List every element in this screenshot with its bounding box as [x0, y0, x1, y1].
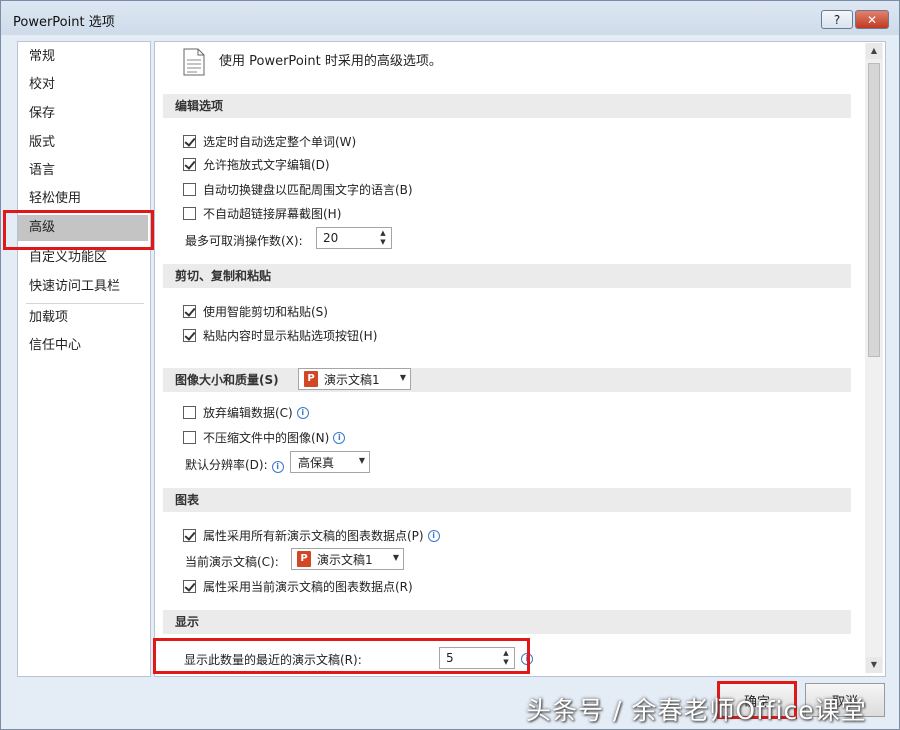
title-bar: PowerPoint 选项 ? ✕ — [1, 1, 899, 35]
option-props-all-new[interactable]: 属性采用所有新演示文稿的图表数据点(P) i — [183, 527, 440, 544]
image-doc-select-value: 演示文稿1 — [324, 372, 380, 387]
option-paste-options-button[interactable]: 粘贴内容时显示粘贴选项按钮(H) — [183, 327, 377, 344]
section-chart: 图表 — [163, 488, 851, 512]
document-options-icon — [183, 48, 205, 76]
undo-count-value: 20 — [323, 231, 339, 245]
checkbox-auto-select-word[interactable] — [183, 135, 196, 148]
sidebar-item-customize-ribbon[interactable]: 自定义功能区 — [18, 245, 148, 271]
close-button[interactable]: ✕ — [855, 10, 889, 29]
recent-presentations-spinner[interactable]: 5 ▲ ▼ — [439, 647, 515, 669]
checkbox-no-hyperlink-screenshot[interactable] — [183, 207, 196, 220]
option-no-compress-images[interactable]: 不压缩文件中的图像(N) i — [183, 429, 346, 446]
checkbox-drag-drop[interactable] — [183, 158, 196, 171]
checkbox-auto-keyboard[interactable] — [183, 183, 196, 196]
label-auto-select-word: 选定时自动选定整个单词(W) — [203, 135, 357, 149]
info-icon[interactable]: i — [333, 431, 346, 444]
resolution-select-value: 高保真 — [298, 455, 335, 470]
sidebar-item-trust-center[interactable]: 信任中心 — [18, 333, 148, 359]
sidebar-item-save[interactable]: 保存 — [18, 101, 148, 127]
label-no-hyperlink-screenshot: 不自动超链接屏幕截图(H) — [203, 207, 342, 221]
option-discard-edit-data[interactable]: 放弃编辑数据(C) i — [183, 404, 309, 421]
option-no-hyperlink-screenshot[interactable]: 不自动超链接屏幕截图(H) — [183, 205, 341, 222]
options-sidebar: 常规 校对 保存 版式 语言 轻松使用 高级 自定义功能区 快速访问工具栏 加载… — [17, 41, 151, 677]
sidebar-item-general[interactable]: 常规 — [18, 44, 148, 70]
scroll-up-icon[interactable]: ▲ — [866, 43, 882, 59]
sidebar-item-quick-access-toolbar[interactable]: 快速访问工具栏 — [18, 274, 148, 300]
current-presentation-select[interactable]: P 演示文稿1 ▼ — [291, 548, 404, 570]
section-display: 显示 — [163, 610, 851, 634]
checkbox-paste-options-button[interactable] — [183, 329, 196, 342]
info-icon[interactable]: i — [271, 461, 284, 473]
label-smart-cut: 使用智能剪切和粘贴(S) — [203, 305, 328, 319]
checkbox-smart-cut[interactable] — [183, 305, 196, 318]
label-props-all-new: 属性采用所有新演示文稿的图表数据点(P) — [203, 529, 424, 543]
recent-presentations-value: 5 — [446, 651, 454, 665]
powerpoint-options-dialog: PowerPoint 选项 ? ✕ 常规 校对 保存 版式 语言 轻松使用 高级… — [0, 0, 900, 730]
window-title: PowerPoint 选项 — [13, 15, 115, 30]
resolution-select[interactable]: 高保真 ▼ — [290, 451, 370, 473]
checkbox-no-compress-images[interactable] — [183, 431, 196, 444]
info-icon[interactable]: i — [296, 406, 309, 419]
chevron-down-icon[interactable]: ▼ — [400, 373, 406, 382]
sidebar-item-language[interactable]: 语言 — [18, 158, 148, 184]
sidebar-item-proofing[interactable]: 校对 — [18, 72, 148, 98]
current-presentation-value: 演示文稿1 — [317, 552, 373, 567]
powerpoint-file-icon: P — [304, 371, 318, 387]
section-editing-options: 编辑选项 — [163, 94, 851, 118]
section-cut-copy-paste: 剪切、复制和粘贴 — [163, 264, 851, 288]
checkbox-discard-edit-data[interactable] — [183, 406, 196, 419]
info-icon[interactable]: i — [521, 653, 533, 665]
label-props-current: 属性采用当前演示文稿的图表数据点(R) — [203, 580, 413, 594]
page-heading: 使用 PowerPoint 时采用的高级选项。 — [219, 54, 442, 69]
label-no-compress-images: 不压缩文件中的图像(N) — [203, 431, 330, 445]
checkbox-props-all-new[interactable] — [183, 529, 196, 542]
sidebar-item-advanced[interactable]: 高级 — [18, 215, 148, 241]
chevron-down-icon[interactable]: ▼ — [393, 553, 399, 562]
sidebar-divider — [26, 303, 144, 304]
label-current-presentation: 当前演示文稿(C): — [185, 555, 279, 569]
label-recent-presentations: 显示此数量的最近的演示文稿(R): — [184, 653, 362, 667]
info-icon[interactable]: i — [427, 529, 440, 542]
image-doc-select[interactable]: P 演示文稿1 ▼ — [298, 368, 411, 390]
powerpoint-file-icon: P — [297, 551, 311, 567]
sidebar-item-accessibility[interactable]: 轻松使用 — [18, 186, 148, 212]
label-discard-edit-data: 放弃编辑数据(C) — [203, 406, 293, 420]
option-smart-cut[interactable]: 使用智能剪切和粘贴(S) — [183, 303, 328, 320]
content-scrollbar[interactable]: ▲ ▼ — [865, 43, 883, 673]
checkbox-props-current[interactable] — [183, 580, 196, 593]
option-props-current[interactable]: 属性采用当前演示文稿的图表数据点(R) — [183, 578, 413, 595]
options-content-panel: 使用 PowerPoint 时采用的高级选项。 编辑选项 选定时自动选定整个单词… — [154, 41, 886, 677]
option-drag-drop[interactable]: 允许拖放式文字编辑(D) — [183, 156, 330, 173]
chevron-down-icon[interactable]: ▼ — [359, 456, 365, 465]
label-paste-options-button: 粘贴内容时显示粘贴选项按钮(H) — [203, 329, 378, 343]
label-default-resolution-text: 默认分辨率(D): — [185, 458, 268, 472]
label-default-resolution: 默认分辨率(D): i — [185, 456, 284, 473]
option-auto-select-word[interactable]: 选定时自动选定整个单词(W) — [183, 133, 356, 150]
spinner-arrows-icon[interactable]: ▲ ▼ — [377, 229, 389, 247]
watermark-text: 头条号 / 余春老师Office课堂 — [526, 696, 867, 725]
undo-count-spinner[interactable]: 20 ▲ ▼ — [316, 227, 392, 249]
option-auto-keyboard[interactable]: 自动切换键盘以匹配周围文字的语言(B) — [183, 181, 413, 198]
help-button[interactable]: ? — [821, 10, 853, 29]
sidebar-item-layout[interactable]: 版式 — [18, 130, 148, 156]
scroll-down-icon[interactable]: ▼ — [866, 657, 882, 673]
label-auto-keyboard: 自动切换键盘以匹配周围文字的语言(B) — [203, 183, 413, 197]
sidebar-item-addins[interactable]: 加载项 — [18, 305, 148, 331]
section-image-size-quality: 图像大小和质量(S) — [163, 368, 851, 392]
spinner-arrows-icon[interactable]: ▲ ▼ — [500, 649, 512, 667]
label-max-undo: 最多可取消操作数(X): — [185, 234, 303, 248]
label-drag-drop: 允许拖放式文字编辑(D) — [203, 158, 330, 172]
scrollbar-thumb[interactable] — [868, 63, 880, 357]
